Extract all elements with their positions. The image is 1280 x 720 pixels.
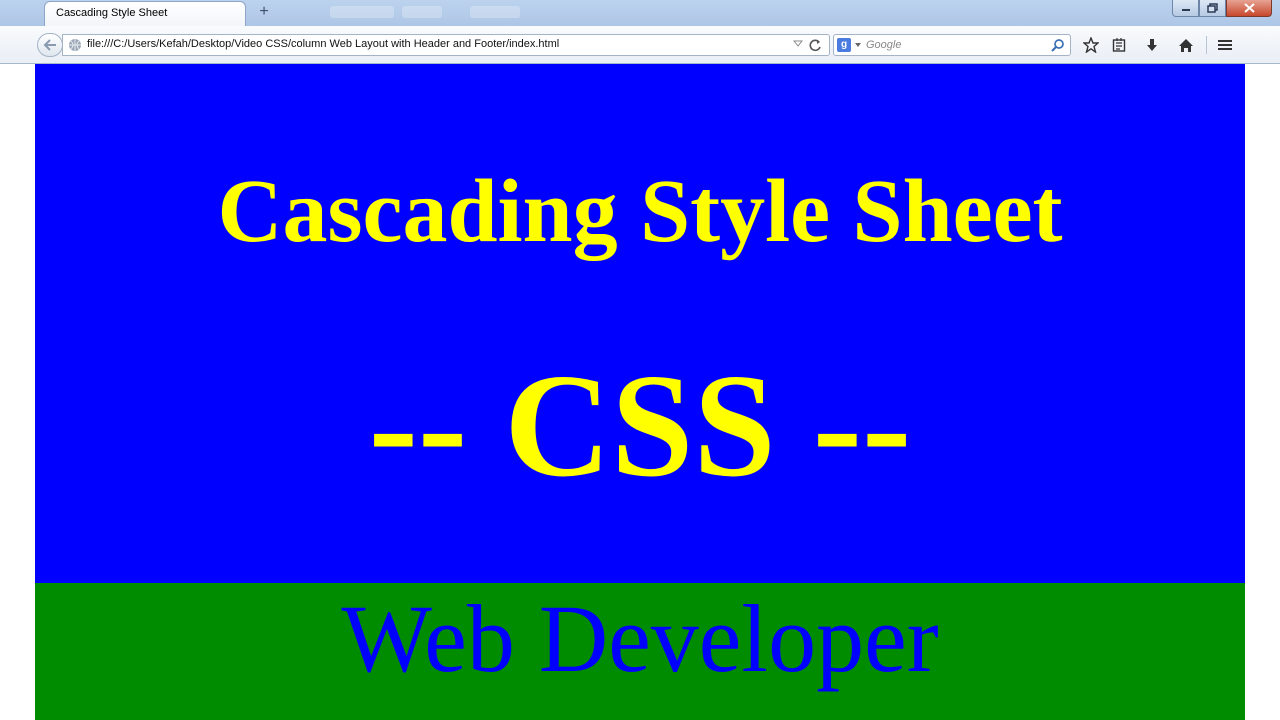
minimize-icon	[1181, 9, 1190, 11]
minimize-button[interactable]	[1172, 0, 1199, 17]
menu-icon	[1218, 40, 1232, 50]
google-icon[interactable]: g	[837, 38, 851, 52]
browser-title-bar: Cascading Style Sheet +	[0, 0, 1280, 26]
restore-icon	[1207, 3, 1218, 13]
downloads-button[interactable]	[1141, 34, 1163, 56]
back-button[interactable]	[37, 33, 63, 57]
page-margin-left	[0, 64, 35, 720]
search-placeholder: Google	[866, 39, 902, 51]
star-icon	[1083, 37, 1099, 53]
search-bar[interactable]: g Google	[833, 34, 1071, 56]
url-dropdown-icon[interactable]	[793, 40, 803, 48]
chevron-down-icon[interactable]	[855, 43, 861, 47]
new-tab-button[interactable]: +	[255, 2, 273, 22]
url-text[interactable]: file:///C:/Users/Kefah/Desktop/Video CSS…	[87, 38, 559, 50]
navigation-toolbar: file:///C:/Users/Kefah/Desktop/Video CSS…	[0, 26, 1280, 64]
close-icon	[1243, 3, 1255, 13]
bookmark-star-button[interactable]	[1080, 34, 1102, 56]
page-margin-right	[1245, 64, 1280, 720]
address-bar[interactable]: file:///C:/Users/Kefah/Desktop/Video CSS…	[62, 34, 830, 56]
download-icon	[1147, 39, 1157, 51]
header-title: Cascading Style Sheet	[217, 162, 1063, 261]
background-tab-ghost	[470, 6, 520, 18]
reading-list-icon	[1112, 38, 1126, 52]
back-arrow-icon	[43, 39, 56, 51]
toolbar-separator	[1206, 36, 1207, 54]
bookmarks-menu-button[interactable]	[1108, 34, 1130, 56]
tab-title: Cascading Style Sheet	[56, 7, 168, 19]
close-window-button[interactable]	[1226, 0, 1272, 17]
home-button[interactable]	[1175, 34, 1197, 56]
globe-icon	[69, 39, 81, 51]
restore-button[interactable]	[1199, 0, 1226, 17]
reload-icon[interactable]	[809, 39, 822, 52]
home-icon	[1179, 38, 1193, 52]
background-tab-ghost	[330, 6, 394, 18]
page-footer: Web Developer	[35, 583, 1245, 720]
background-tab-ghost	[402, 6, 442, 18]
tab-cascading-style-sheet[interactable]: Cascading Style Sheet	[44, 1, 246, 26]
header-subtitle: -- CSS --	[368, 344, 912, 508]
footer-text: Web Developer	[341, 585, 939, 692]
window-controls	[1172, 0, 1272, 18]
page-header: Cascading Style Sheet -- CSS --	[35, 64, 1245, 583]
menu-button[interactable]	[1214, 34, 1236, 56]
search-icon[interactable]	[1051, 38, 1065, 52]
